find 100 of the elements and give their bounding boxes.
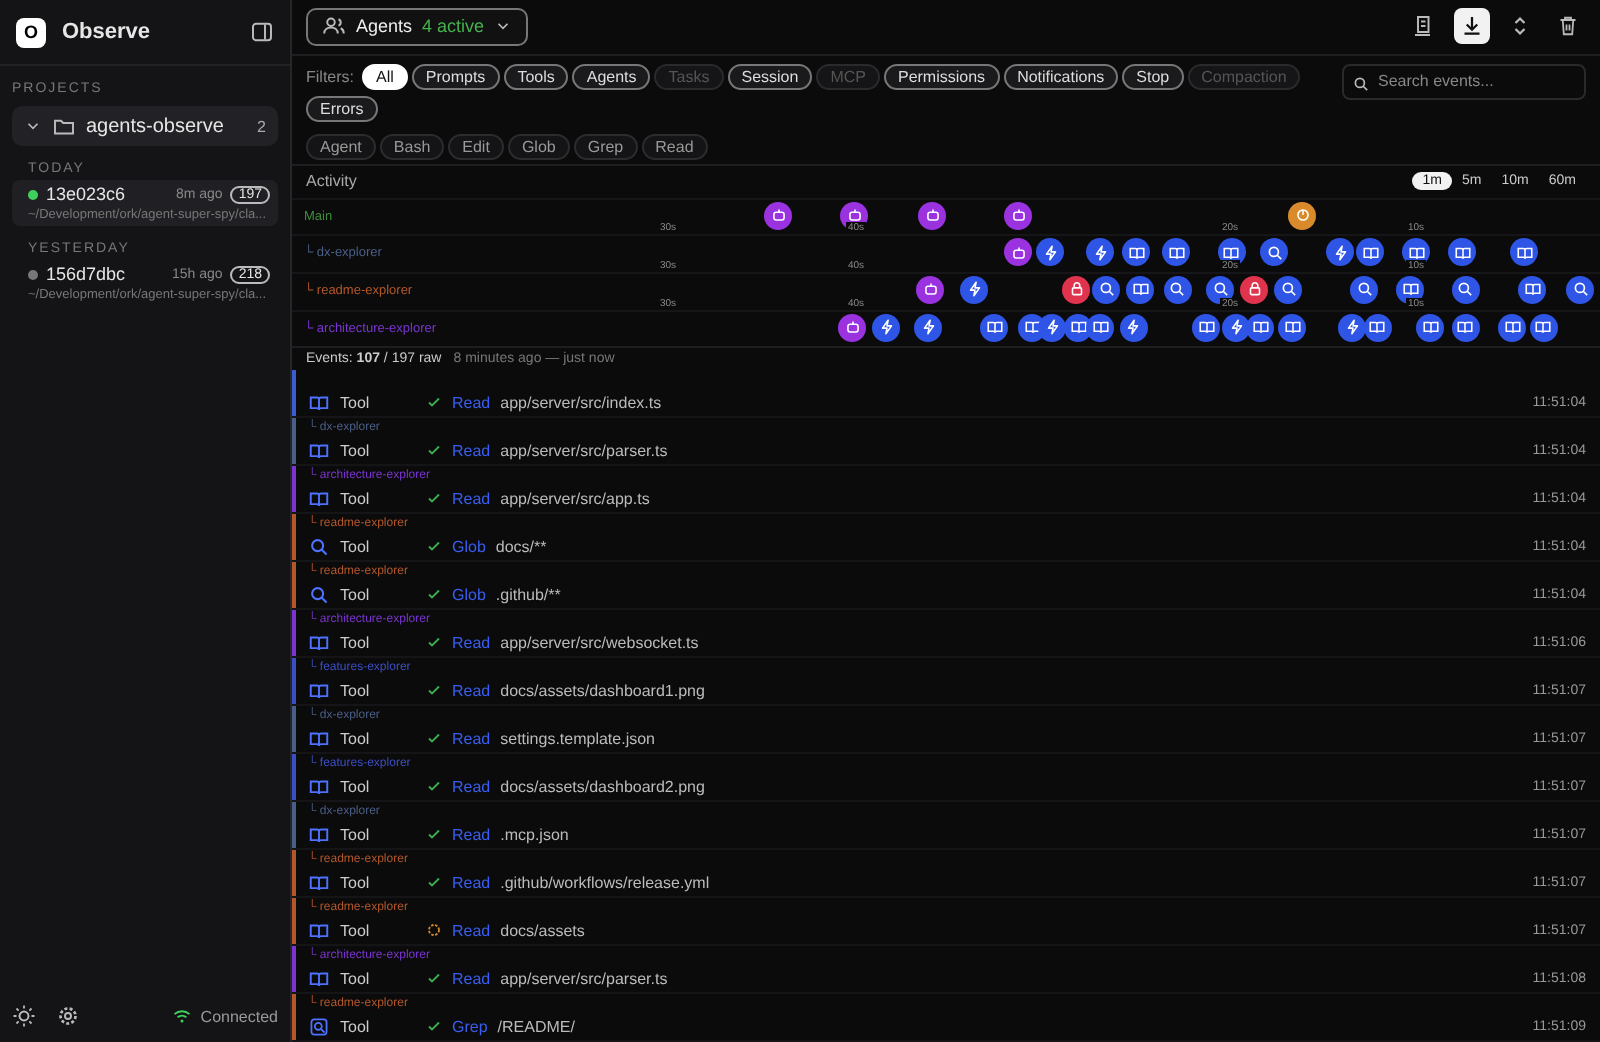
filter-chip[interactable]: Stop — [1122, 63, 1184, 90]
book-event-icon[interactable] — [1498, 313, 1526, 342]
agent-event-icon[interactable] — [1004, 201, 1032, 230]
filters-label: Filters: — [306, 67, 354, 86]
book-event-icon[interactable] — [1126, 275, 1154, 304]
tool-name: Read — [452, 825, 491, 844]
tool-filter-chip[interactable]: Edit — [448, 133, 504, 160]
bolt-event-icon[interactable] — [872, 313, 900, 342]
book-event-icon[interactable] — [1162, 238, 1190, 267]
event-type: Tool — [340, 489, 372, 508]
book-event-icon[interactable] — [1518, 275, 1546, 304]
agent-event-icon[interactable] — [918, 201, 946, 230]
tool-target: .mcp.json — [500, 825, 571, 844]
bolt-event-icon[interactable] — [914, 313, 942, 342]
filter-chip[interactable]: Agents — [572, 63, 651, 90]
lock-event-icon[interactable] — [1062, 275, 1090, 304]
tool-name: Read — [452, 489, 491, 508]
search-event-icon[interactable] — [1260, 238, 1288, 267]
book-event-icon[interactable] — [1356, 238, 1384, 267]
tool-target: .github/workflows/release.yml — [500, 873, 712, 892]
agent-event-icon[interactable] — [1004, 238, 1032, 267]
tool-name: Read — [452, 633, 491, 652]
bolt-event-icon[interactable] — [1222, 313, 1250, 342]
tool-filter-chip[interactable]: Glob — [507, 133, 570, 160]
book-event-icon[interactable] — [1529, 313, 1558, 342]
search-event-icon[interactable] — [1092, 275, 1120, 304]
project-item[interactable]: agents-observe 2 — [12, 106, 278, 146]
event-type: Tool — [340, 777, 372, 796]
tool-target: docs/assets/dashboard1.png — [500, 681, 707, 700]
book-event-icon[interactable] — [1278, 313, 1306, 342]
book-event-icon[interactable] — [1217, 238, 1246, 267]
event-type: Tool — [340, 969, 372, 988]
search-event-icon[interactable] — [1206, 275, 1234, 304]
filter-chip[interactable]: Prompts — [411, 63, 500, 90]
book-event-icon[interactable] — [1416, 313, 1444, 342]
agent-event-icon[interactable] — [840, 201, 868, 230]
power-event-icon[interactable] — [1288, 201, 1316, 230]
book-event-icon[interactable] — [1448, 238, 1476, 267]
book-event-icon[interactable] — [1122, 238, 1150, 267]
sidebar-toggle-icon[interactable] — [250, 20, 274, 44]
filter-chip[interactable]: Permissions — [883, 63, 1000, 90]
tool-name: Read — [452, 729, 491, 748]
book-event-icon[interactable] — [1363, 313, 1392, 342]
event-type: Tool — [340, 873, 372, 892]
search-event-icon[interactable] — [1274, 275, 1302, 304]
bolt-event-icon[interactable] — [1036, 238, 1064, 267]
search-field[interactable]: Search events... — [1342, 63, 1586, 100]
bolt-event-icon[interactable] — [1119, 313, 1148, 342]
filter-chip[interactable]: Tools — [503, 63, 569, 90]
app-title: Observe — [62, 20, 153, 44]
search-event-icon[interactable] — [1566, 275, 1594, 304]
tool-name: Read — [452, 681, 491, 700]
session-id: 13e023c6 — [46, 184, 128, 204]
event-type: Tool — [340, 393, 372, 412]
book-event-icon[interactable] — [1451, 313, 1480, 342]
activity-title: Activity — [306, 172, 359, 191]
event-type: Tool — [340, 681, 372, 700]
theme-icon[interactable] — [12, 1004, 36, 1028]
filter-chip[interactable]: All — [362, 63, 408, 90]
tool-filter-chip[interactable]: Read — [641, 133, 708, 160]
book-event-icon[interactable] — [1246, 313, 1274, 342]
event-type: Tool — [340, 585, 372, 604]
book-event-icon[interactable] — [1086, 313, 1114, 342]
agent-event-icon[interactable] — [764, 201, 792, 230]
tool-filter-chip[interactable]: Grep — [573, 133, 638, 160]
bolt-event-icon[interactable] — [1338, 313, 1366, 342]
filter-chip[interactable]: Errors — [306, 95, 378, 122]
agent-event-icon[interactable] — [838, 313, 866, 342]
connection-status: Connected — [200, 1007, 278, 1025]
tool-target: app/server/src/parser.ts — [500, 969, 670, 988]
download-icon[interactable] — [1454, 8, 1490, 45]
tool-target: .github/** — [495, 585, 563, 604]
book-event-icon[interactable] — [1064, 313, 1092, 342]
bolt-event-icon[interactable] — [1038, 313, 1066, 342]
tool-filter-chip[interactable]: Agent — [306, 133, 376, 160]
tool-target: docs/** — [495, 537, 549, 556]
tool-filter-chip[interactable]: Bash — [379, 133, 445, 160]
search-event-icon[interactable] — [1163, 275, 1192, 304]
tool-name: Read — [452, 441, 491, 460]
tool-name: Glob — [452, 537, 486, 556]
tool-target: app/server/src/index.ts — [500, 393, 664, 412]
event-type: Tool — [340, 825, 372, 844]
bolt-event-icon[interactable] — [1326, 238, 1354, 267]
settings-icon[interactable] — [56, 1004, 80, 1028]
search-event-icon[interactable] — [1451, 275, 1480, 304]
agent-event-icon[interactable] — [916, 275, 944, 304]
tool-name: Read — [452, 873, 491, 892]
bolt-event-icon[interactable] — [960, 275, 988, 304]
book-event-icon[interactable] — [1396, 275, 1424, 304]
filter-chip[interactable]: Session — [727, 63, 813, 90]
agents-dropdown[interactable]: Agents 4 active — [306, 7, 529, 46]
filter-chip[interactable]: Notifications — [1003, 63, 1119, 90]
event-type: Tool — [340, 1017, 372, 1036]
lock-event-icon[interactable] — [1240, 275, 1268, 304]
tool-name: Glob — [452, 585, 486, 604]
search-event-icon[interactable] — [1350, 275, 1378, 304]
bolt-event-icon[interactable] — [1086, 238, 1114, 267]
book-event-icon[interactable] — [1192, 313, 1220, 342]
book-event-icon[interactable] — [1510, 238, 1538, 267]
book-event-icon[interactable] — [980, 313, 1008, 342]
